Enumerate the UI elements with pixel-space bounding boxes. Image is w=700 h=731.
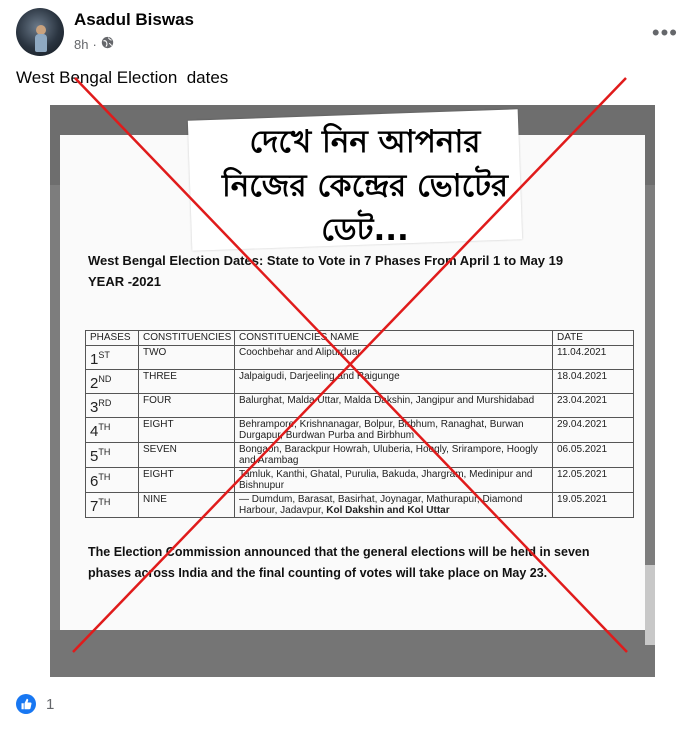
constituency-count: EIGHT: [138, 467, 235, 493]
headline-line-3: ডেট...: [321, 212, 409, 248]
image-edge-strip: [645, 565, 655, 645]
column-header: CONSTITUENCIES NAME: [234, 330, 553, 346]
globe-icon: [101, 36, 114, 52]
headline: দেখে নিন আপনার নিজের কেন্দ্রের ভোটের ডেট…: [200, 120, 530, 252]
avatar-figure: [35, 34, 47, 52]
phase-suffix: TH: [98, 472, 111, 482]
phase-date: 23.04.2021: [552, 393, 634, 418]
reactions-bar[interactable]: 1: [16, 694, 54, 714]
constituency-names: — Dumdum, Barasat, Basirhat, Joynagar, M…: [234, 492, 553, 518]
subtitle-line-1: West Bengal Election Dates: State to Vot…: [88, 253, 564, 268]
thumbs-up-icon: [16, 694, 36, 714]
phase-suffix: RD: [98, 398, 112, 408]
footnote: The Election Commission announced that t…: [88, 545, 590, 580]
image-bottom-band: [50, 630, 655, 677]
phase-date: 18.04.2021: [552, 369, 634, 394]
headline-line-1: দেখে নিন আপনার: [249, 124, 481, 160]
table-row: 3RD FOUR Balurghat, Malda Uttar, Malda D…: [85, 393, 634, 418]
phase-cell: 5TH: [85, 442, 139, 468]
table-header-row: PHASES CONSTITUENCIES CONSTITUENCIES NAM…: [85, 330, 634, 346]
column-header: PHASES: [85, 330, 139, 346]
constituency-count: THREE: [138, 369, 235, 394]
table-row: 6TH EIGHT Tamluk, Kanthi, Ghatal, Puruli…: [85, 467, 634, 493]
post-image[interactable]: দেখে নিন আপনার নিজের কেন্দ্রের ভোটের ডেট…: [50, 105, 655, 677]
constituency-count: NINE: [138, 492, 235, 518]
phase-date: 19.05.2021: [552, 492, 634, 518]
subtitle-line-2: YEAR -2021: [88, 274, 161, 289]
table-row: 5TH SEVEN Bongaon, Barackpur Howrah, Ulu…: [85, 442, 634, 468]
phase-cell: 3RD: [85, 393, 139, 418]
phase-cell: 2ND: [85, 369, 139, 394]
post-meta: 8h ·: [74, 36, 114, 52]
constituency-names: Behrampore, Krishnanagar, Bolpur, Birbhu…: [234, 417, 553, 443]
constituency-count: EIGHT: [138, 417, 235, 443]
constituency-names: Balurghat, Malda Uttar, Malda Dakshin, J…: [234, 393, 553, 418]
phase-suffix: TH: [98, 422, 111, 432]
column-header: DATE: [552, 330, 634, 346]
post-text: West Bengal Election dates: [16, 68, 229, 87]
phase-date: 29.04.2021: [552, 417, 634, 443]
table-row: 4TH EIGHT Behrampore, Krishnanagar, Bolp…: [85, 417, 634, 443]
post-header: Asadul Biswas 8h · •••: [0, 0, 700, 60]
column-header: CONSTITUENCIES: [138, 330, 235, 346]
phase-suffix: ND: [98, 374, 112, 384]
table-row: 2ND THREE Jalpaigudi, Darjeeling and Rai…: [85, 369, 634, 394]
author-name[interactable]: Asadul Biswas: [74, 10, 194, 30]
phases-table: PHASES CONSTITUENCIES CONSTITUENCIES NAM…: [85, 330, 634, 518]
dot-separator: ·: [92, 36, 97, 52]
phase-date: 06.05.2021: [552, 442, 634, 468]
constituency-names: Coochbehar and Alipurduar: [234, 345, 553, 370]
reaction-count[interactable]: 1: [46, 696, 54, 713]
phase-cell: 6TH: [85, 467, 139, 493]
constituency-names: Jalpaigudi, Darjeeling and Raigunge: [234, 369, 553, 394]
table-row: 1ST TWO Coochbehar and Alipurduar 11.04.…: [85, 345, 634, 370]
phase-date: 12.05.2021: [552, 467, 634, 493]
phase-cell: 4TH: [85, 417, 139, 443]
post-time[interactable]: 8h: [74, 37, 88, 52]
constituency-count: FOUR: [138, 393, 235, 418]
subtitle: West Bengal Election Dates: State to Vot…: [88, 250, 608, 292]
ellipsis-icon: •••: [651, 20, 678, 45]
constituency-count: SEVEN: [138, 442, 235, 468]
constituency-names: Bongaon, Barackpur Howrah, Uluberia, Hoo…: [234, 442, 553, 468]
phase-suffix: ST: [98, 350, 110, 360]
constituency-count: TWO: [138, 345, 235, 370]
constituency-names-bold: Kol Dakshin and Kol Uttar: [323, 505, 450, 516]
phase-date: 11.04.2021: [552, 345, 634, 370]
phase-suffix: TH: [98, 497, 111, 507]
more-options-button[interactable]: •••: [652, 20, 678, 46]
headline-line-2: নিজের কেন্দ্রের ভোটের: [221, 168, 509, 204]
phase-cell: 1ST: [85, 345, 139, 370]
avatar[interactable]: [16, 8, 64, 56]
phase-suffix: TH: [98, 447, 111, 457]
table-row: 7TH NINE — Dumdum, Barasat, Basirhat, Jo…: [85, 492, 634, 518]
constituency-names: Tamluk, Kanthi, Ghatal, Purulia, Bakuda,…: [234, 467, 553, 493]
phase-cell: 7TH: [85, 492, 139, 518]
